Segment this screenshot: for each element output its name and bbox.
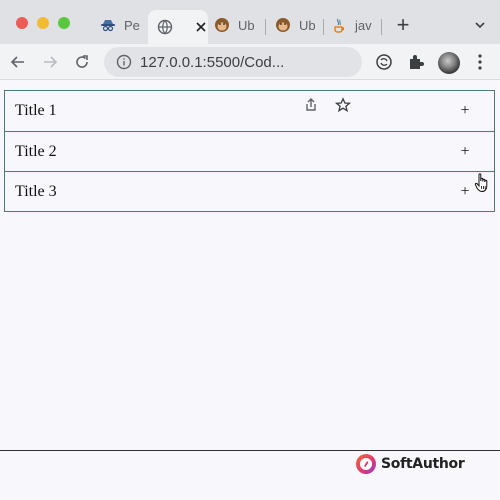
accordion-item-2[interactable]: Title 2 + — [5, 131, 494, 171]
arrow-left-icon — [10, 56, 24, 68]
tab-separator — [381, 19, 382, 35]
softauthor-logo-icon — [356, 454, 376, 474]
tab-5[interactable]: jav — [331, 10, 381, 40]
tab-3[interactable]: Ub — [214, 10, 258, 40]
tab-1-label: Pe — [124, 17, 140, 33]
accordion-title: Title 2 — [15, 142, 57, 160]
reload-button[interactable] — [71, 51, 93, 73]
monkey-icon — [275, 17, 291, 33]
accordion-item-3[interactable]: Title 3 + — [5, 171, 494, 211]
forward-button[interactable] — [39, 51, 61, 73]
accordion: Title 1 + Title 2 + Title 3 + — [4, 90, 495, 212]
info-icon[interactable] — [116, 54, 132, 70]
accordion-title: Title 1 — [15, 102, 57, 119]
tab-separator — [265, 19, 266, 35]
url-text: 127.0.0.1:5500/Cod... — [140, 53, 285, 71]
divider — [0, 450, 500, 451]
accordion-title: Title 3 — [15, 182, 57, 200]
new-tab-button[interactable]: + — [393, 13, 413, 37]
hand-cursor-icon — [474, 173, 488, 193]
close-window-button[interactable] — [16, 17, 28, 29]
close-tab-icon[interactable] — [193, 19, 208, 35]
plus-icon[interactable]: + — [460, 183, 470, 201]
accordion-item-1[interactable]: Title 1 + — [5, 91, 494, 131]
address-bar[interactable]: 127.0.0.1:5500/Cod... — [104, 47, 362, 77]
minimize-window-button[interactable] — [37, 17, 49, 29]
more-menu-icon[interactable] — [478, 54, 482, 70]
brand-watermark: SoftAuthor — [356, 453, 465, 475]
spy-icon — [100, 17, 116, 33]
maximize-window-button[interactable] — [58, 17, 70, 29]
plus-icon[interactable]: + — [460, 102, 470, 120]
tab-active[interactable] — [148, 10, 208, 44]
arrow-right-icon — [44, 56, 58, 68]
brand-name: SoftAuthor — [381, 456, 465, 472]
tab-4[interactable]: Ub — [275, 10, 319, 40]
java-icon — [331, 17, 347, 33]
globe-icon — [157, 19, 173, 35]
tab-strip: Pe Ub Ub jav + — [0, 0, 500, 44]
back-button[interactable] — [7, 51, 29, 73]
avatar[interactable] — [438, 52, 460, 74]
tab-separator — [323, 19, 324, 35]
reload-icon — [76, 55, 88, 68]
plus-icon[interactable]: + — [460, 143, 470, 161]
extensions-icon[interactable] — [407, 53, 425, 71]
monkey-icon — [214, 17, 230, 33]
browser-toolbar: 127.0.0.1:5500/Cod... — [0, 44, 500, 113]
sync-icon[interactable] — [375, 53, 393, 71]
tab-4-label: Ub — [299, 17, 316, 33]
tab-3-label: Ub — [238, 17, 255, 33]
tab-1[interactable]: Pe — [100, 10, 144, 40]
tab-5-label: jav — [355, 17, 372, 33]
chevron-down-icon[interactable] — [472, 17, 488, 33]
